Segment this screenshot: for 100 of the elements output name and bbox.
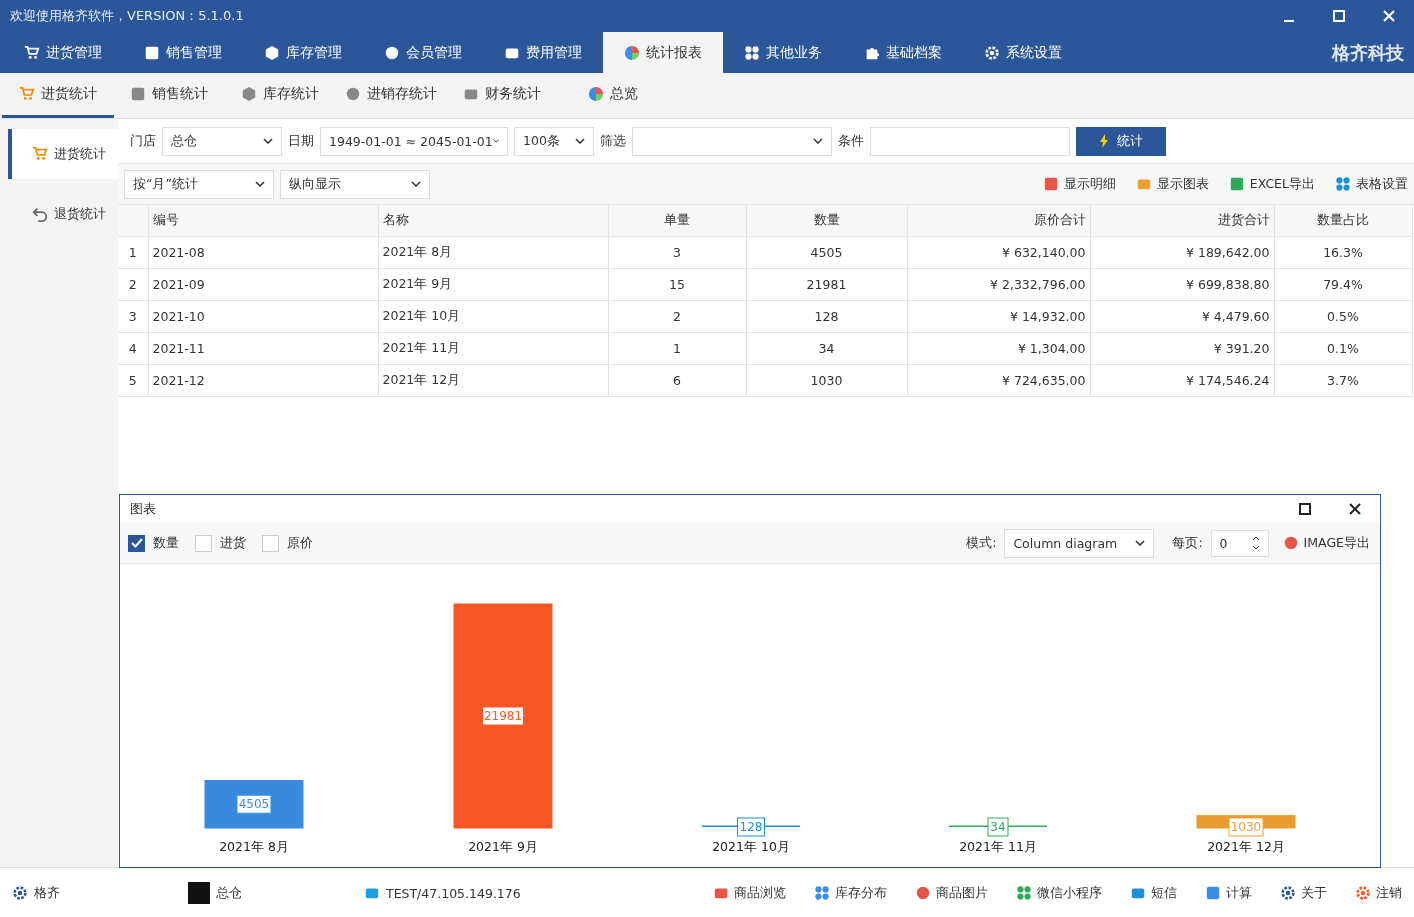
menu-tab[interactable]: 其他业务 [723, 32, 843, 73]
column-header[interactable]: 进货合计 [1090, 205, 1274, 237]
menu-tab[interactable]: 进货管理 [3, 32, 123, 73]
chevron-down-icon [813, 138, 823, 144]
status-link[interactable]: 短信 [1130, 884, 1177, 902]
column-header[interactable]: 原价合计 [907, 205, 1090, 237]
date-range-dropdown[interactable]: 1949-01-01 ≈ 2045-01-01 [320, 126, 508, 156]
table-cell: 1030 [746, 364, 907, 397]
mode-dropdown[interactable]: Column diagram [1004, 528, 1155, 558]
server-address: TEST/47.105.149.176 [386, 885, 521, 901]
per-page-label: 每页: [1172, 534, 1203, 552]
table-cell: ¥ 14,932.00 [907, 300, 1090, 333]
status-link[interactable]: 商品浏览 [713, 884, 786, 902]
series-checkbox[interactable]: 进货 [195, 534, 246, 552]
column-header[interactable]: 数量占比 [1274, 205, 1412, 237]
chart-window-title: 图表 [130, 500, 157, 518]
table-cell: 2 [608, 300, 746, 333]
mode-label: 模式: [966, 534, 997, 552]
tab-icon [588, 86, 604, 102]
store-name: 总仓 [216, 884, 242, 902]
action-icon [1228, 176, 1245, 192]
close-icon [1383, 10, 1395, 22]
menu-tab[interactable]: 基础档案 [843, 32, 963, 73]
status-link[interactable]: 计算 [1205, 884, 1252, 902]
chevron-down-icon [492, 138, 499, 144]
sidebar-icon [32, 146, 48, 162]
maximize-icon [1299, 503, 1311, 515]
maximize-icon [1333, 10, 1345, 22]
table-cell: 2021年 9月 [378, 268, 608, 301]
table-cell: 2 [118, 268, 148, 301]
chevron-down-icon [263, 138, 273, 144]
table-cell: 2021年 8月 [378, 236, 608, 269]
table-cell: ¥ 724,635.00 [907, 364, 1090, 397]
column-header[interactable] [118, 205, 148, 237]
table-cell: 2021-10 [148, 300, 378, 333]
chevron-down-icon [411, 181, 421, 187]
menu-tab[interactable]: 库存管理 [243, 32, 363, 73]
checkbox[interactable] [128, 534, 145, 552]
condition-label: 条件 [838, 132, 864, 150]
table-cell: 2021-08 [148, 236, 378, 269]
window-title: 欢迎使用格齐软件，VERSION：5.1.0.1 [10, 7, 245, 25]
category-label: 2021年 11月 [959, 839, 1037, 854]
toolbar-action[interactable]: 表格设置 [1335, 175, 1408, 193]
image-export-button[interactable]: IMAGE导出 [1282, 534, 1370, 552]
status-link[interactable]: 商品图片 [915, 884, 988, 902]
toolbar-action[interactable]: 显示图表 [1135, 175, 1209, 193]
condition-input[interactable] [870, 126, 1070, 156]
menu-tab[interactable]: 费用管理 [483, 32, 603, 73]
toolbar-action[interactable]: EXCEL导出 [1228, 175, 1315, 193]
menu-icon [144, 44, 160, 61]
limit-dropdown[interactable]: 100条 [514, 126, 594, 156]
column-header[interactable]: 单量 [608, 205, 746, 237]
menu-tab[interactable]: 会员管理 [363, 32, 483, 73]
series-checkbox[interactable]: 数量 [128, 534, 179, 552]
data-label: 128 [737, 817, 765, 837]
table-cell: 128 [746, 300, 907, 333]
table-cell: 16.3% [1274, 236, 1412, 269]
per-page-spinner[interactable]: 0 [1210, 529, 1269, 557]
category-label: 2021年 10月 [712, 839, 790, 854]
category-label: 2021年 8月 [219, 839, 289, 854]
sub-tab[interactable]: 库存统计 [224, 73, 336, 118]
data-label: 1030 [1228, 817, 1264, 837]
category-label: 2021年 12月 [1207, 839, 1285, 854]
status-link[interactable]: 库存分布 [814, 884, 887, 902]
menu-icon [984, 44, 1000, 61]
table-cell: ¥ 699,838.80 [1090, 268, 1274, 301]
menu-tab[interactable]: 销售管理 [123, 32, 243, 73]
table-cell: 4505 [746, 236, 907, 269]
sub-tab[interactable]: 财务统计 [446, 73, 558, 118]
table-cell: 0.5% [1274, 300, 1412, 333]
table-cell: 3 [118, 300, 148, 333]
table-cell: 34 [746, 332, 907, 365]
table-cell: 5 [118, 364, 148, 397]
status-link[interactable]: 注销 [1355, 884, 1402, 902]
statistics-button[interactable]: 统计 [1076, 126, 1166, 156]
filter-dropdown[interactable] [632, 126, 832, 156]
status-link[interactable]: 微信小程序 [1016, 884, 1102, 902]
display-dropdown[interactable]: 纵向显示 [280, 169, 430, 199]
table-cell: 3.7% [1274, 364, 1412, 397]
column-header[interactable]: 名称 [378, 205, 608, 237]
status-link[interactable]: 关于 [1280, 884, 1327, 902]
table-cell: 2021-12 [148, 364, 378, 397]
data-label: 34 [987, 817, 1009, 837]
sub-tab[interactable]: 进销存统计 [335, 73, 447, 118]
sub-tab[interactable]: 总览 [557, 73, 669, 118]
sub-tab[interactable]: 销售统计 [113, 73, 225, 118]
column-header[interactable]: 数量 [746, 205, 907, 237]
toolbar-action[interactable]: 显示明细 [1042, 175, 1116, 193]
menu-tab[interactable]: 系统设置 [963, 32, 1083, 73]
series-checkbox[interactable]: 原价 [262, 534, 313, 552]
group-by-dropdown[interactable]: 按“月”统计 [124, 169, 274, 199]
table-cell: 0.1% [1274, 332, 1412, 365]
tab-icon [19, 86, 35, 102]
column-header[interactable]: 编号 [148, 205, 378, 237]
table-cell: 2021-09 [148, 268, 378, 301]
store-dropdown[interactable]: 总仓 [162, 126, 282, 156]
table-cell: ¥ 4,479.60 [1090, 300, 1274, 333]
menu-tab[interactable]: 统计报表 [603, 32, 723, 73]
close-icon [1349, 503, 1361, 515]
filter-label: 筛选 [600, 132, 626, 150]
